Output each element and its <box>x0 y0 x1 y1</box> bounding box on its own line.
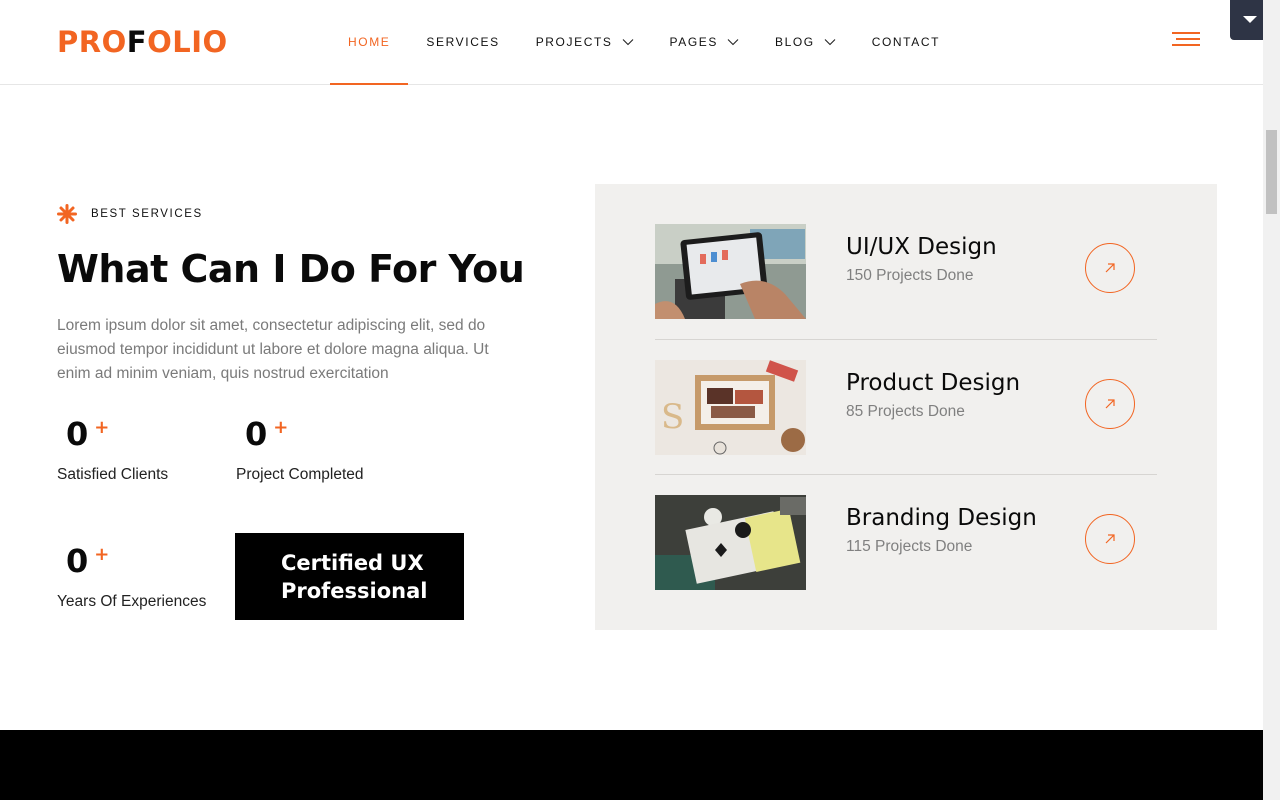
logo[interactable]: PROFOLIO <box>57 24 228 60</box>
scrollbar-thumb[interactable] <box>1266 130 1277 214</box>
logo-part-f: F <box>126 25 148 59</box>
gift-box-photo: S <box>655 360 806 455</box>
nav-projects[interactable]: PROJECTS <box>518 0 652 84</box>
nav-pages[interactable]: PAGES <box>652 0 757 84</box>
arrow-up-right-icon[interactable] <box>1085 243 1135 293</box>
stat-value: 0 <box>245 415 268 453</box>
nav-services-label: SERVICES <box>426 35 500 49</box>
service-count: 115 Projects Done <box>846 538 973 555</box>
nav-home-label: HOME <box>348 35 391 49</box>
asterisk-icon <box>57 204 77 224</box>
nav-pages-label: PAGES <box>669 35 718 49</box>
service-title: Product Design <box>846 370 1021 396</box>
certified-badge: Certified UX Professional <box>235 533 464 620</box>
certified-line2: Professional <box>281 579 428 603</box>
service-image <box>655 224 806 319</box>
section-description: Lorem ipsum dolor sit amet, consectetur … <box>57 317 489 382</box>
nav-projects-label: PROJECTS <box>535 35 613 49</box>
nav-blog-label: BLOG <box>774 35 815 49</box>
stat-label: Satisfied Clients <box>57 466 169 483</box>
section-heading: What Can I Do For You <box>57 247 525 291</box>
stat-project-completed: 0 + Project Completed <box>236 414 364 484</box>
arrow-up-right-icon[interactable] <box>1085 514 1135 564</box>
certified-line1: Certified UX <box>281 551 424 575</box>
logo-part-olio: OLIO <box>147 25 228 59</box>
service-count: 150 Projects Done <box>846 267 974 284</box>
nav-contact-label: CONTACT <box>871 35 941 49</box>
stat-years-experience: 0 + Years Of Experiences <box>57 541 206 611</box>
service-title: UI/UX Design <box>846 234 997 260</box>
chevron-down-icon <box>622 39 633 46</box>
service-divider <box>655 339 1157 340</box>
stat-suffix: + <box>94 417 110 438</box>
service-divider <box>655 474 1157 475</box>
chevron-down-icon <box>727 39 739 46</box>
service-image: S <box>655 360 806 455</box>
stat-label: Years Of Experiences <box>57 593 207 610</box>
hamburger-menu-icon[interactable] <box>1172 32 1200 48</box>
nav-home[interactable]: HOME <box>330 0 409 85</box>
service-image <box>655 495 806 590</box>
eyebrow-text: BEST SERVICES <box>91 208 203 220</box>
dark-footer-band <box>0 730 1263 800</box>
stat-suffix: + <box>273 417 289 438</box>
section-eyebrow: BEST SERVICES <box>57 204 203 224</box>
vertical-scrollbar[interactable] <box>1263 0 1280 800</box>
stat-value: 0 <box>66 415 89 453</box>
site-header: PROFOLIO HOME SERVICES PROJECTS PAGES BL… <box>0 0 1263 85</box>
service-item-branding[interactable]: Branding Design 115 Projects Done <box>655 495 1157 630</box>
main-nav: HOME SERVICES PROJECTS PAGES BLOG CONTAC… <box>330 0 958 85</box>
notebook-stationery-photo <box>655 495 806 590</box>
nav-services[interactable]: SERVICES <box>408 0 517 84</box>
stat-suffix: + <box>94 544 110 565</box>
tablet-sketch-photo <box>655 224 806 319</box>
chevron-down-icon <box>824 39 836 46</box>
stat-label: Project Completed <box>236 466 364 483</box>
nav-contact[interactable]: CONTACT <box>854 0 958 84</box>
service-count: 85 Projects Done <box>846 403 965 420</box>
services-panel: UI/UX Design 150 Projects Done S Product… <box>595 184 1217 630</box>
service-title: Branding Design <box>846 505 1037 531</box>
stat-value: 0 <box>66 542 89 580</box>
arrow-up-right-icon[interactable] <box>1085 379 1135 429</box>
nav-blog[interactable]: BLOG <box>757 0 854 84</box>
logo-part-pro: PRO <box>57 25 127 59</box>
svg-text:S: S <box>661 397 684 437</box>
stat-satisfied-clients: 0 + Satisfied Clients <box>57 414 168 484</box>
